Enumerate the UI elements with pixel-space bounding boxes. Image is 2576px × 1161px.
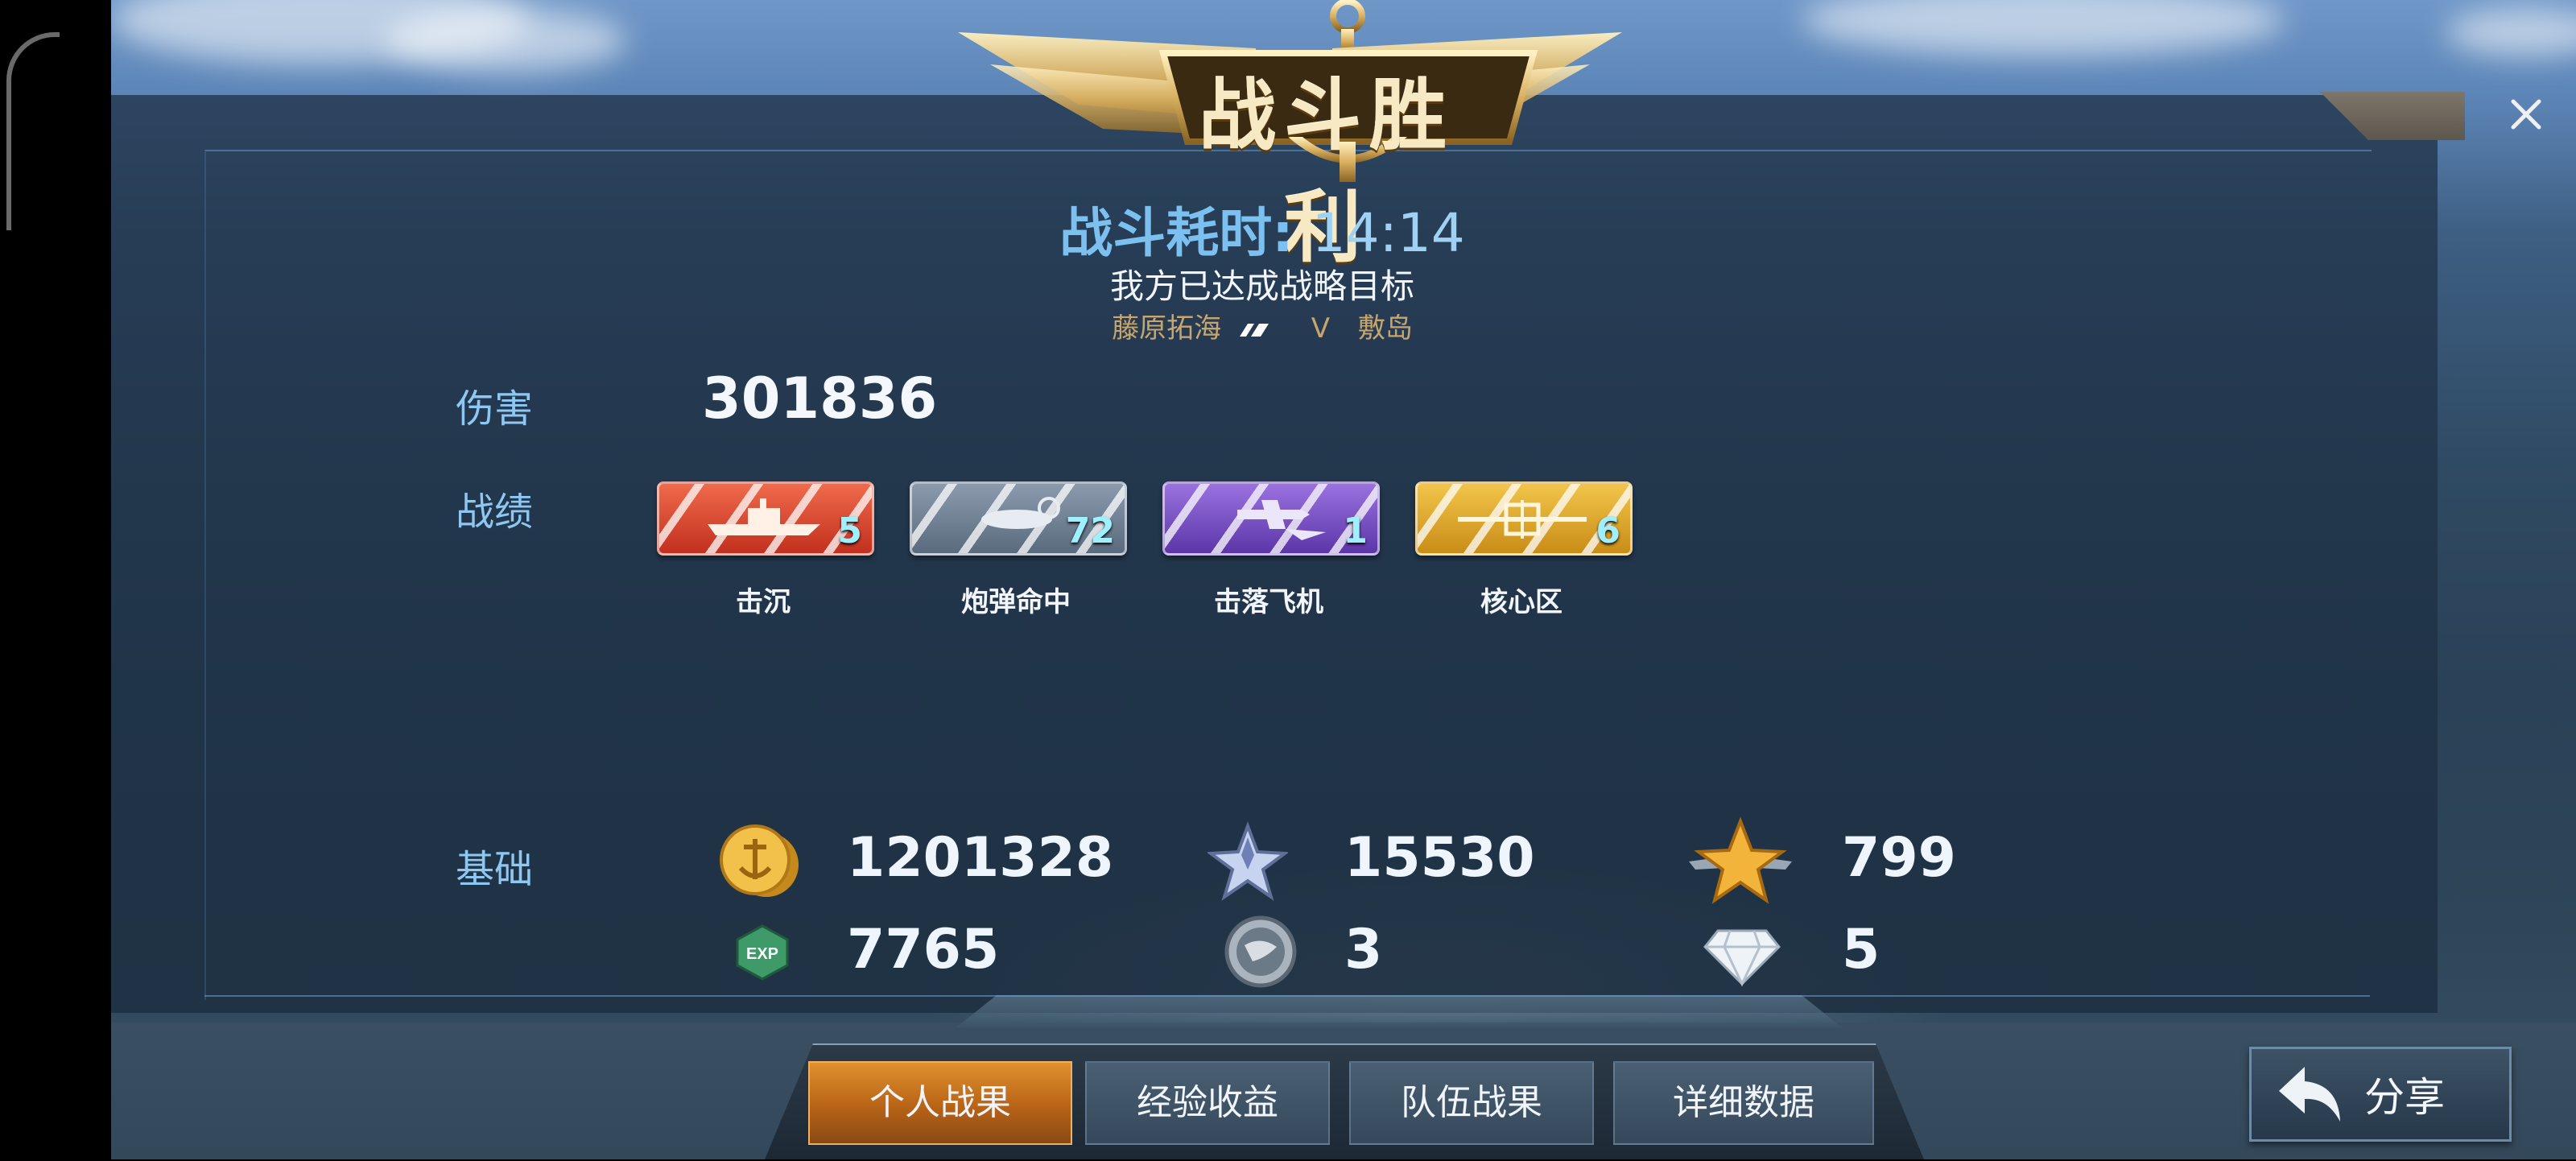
share-label: 分享: [2364, 1074, 2445, 1121]
panel-divider: [204, 995, 2370, 997]
medal-citadel-label: 核心区: [1480, 586, 1563, 618]
medal-citadel[interactable]: 6: [1415, 481, 1633, 556]
stat-globe-medal: 3: [1344, 918, 1383, 981]
record-label: 战绩: [456, 490, 534, 535]
medal-shell-hits[interactable]: 72: [910, 481, 1127, 556]
medal-shell-hits-count: 72: [1065, 510, 1115, 552]
gold-coin-icon: [720, 824, 799, 897]
tab-personal-results[interactable]: 个人战果: [808, 1061, 1072, 1145]
stat-gold-star: 799: [1842, 826, 1956, 890]
panel-bottom-tab: [956, 995, 1842, 1027]
tab-detailed-data[interactable]: 详细数据: [1613, 1061, 1874, 1145]
gold-star-wings-icon: [1689, 816, 1792, 904]
medal-sunk-count: 5: [837, 510, 862, 552]
versus-icon: [1239, 323, 1269, 337]
stat-gold: 1201328: [847, 826, 1114, 890]
medal-sunk[interactable]: 5: [657, 481, 874, 556]
matchup-row: 藤原拓海 V 敷岛: [1021, 306, 1504, 345]
versus-label: V: [1311, 312, 1331, 345]
stat-exp: 7765: [847, 918, 1000, 981]
silver-star-icon: [1208, 821, 1288, 901]
objective-text: 我方已达成战略目标: [1109, 266, 1414, 306]
exp-badge-text: EXP: [746, 945, 778, 963]
player-right-name: 敷岛: [1357, 312, 1413, 345]
tab-team-results[interactable]: 队伍战果: [1349, 1061, 1594, 1145]
tab-exp-earnings[interactable]: 经验收益: [1085, 1061, 1330, 1145]
medal-planes-downed[interactable]: 1: [1162, 481, 1380, 556]
exp-icon: EXP: [736, 924, 789, 981]
stat-diamond: 5: [1842, 918, 1880, 981]
medal-citadel-count: 6: [1596, 510, 1620, 552]
damage-label: 伤害: [456, 386, 534, 432]
close-icon[interactable]: [2502, 90, 2550, 138]
battle-time-value: 14:14: [1311, 202, 1465, 264]
damage-value: 301836: [702, 366, 938, 432]
base-label: 基础: [456, 847, 534, 892]
share-button[interactable]: 分享: [2249, 1047, 2512, 1142]
globe-medal-icon: [1224, 915, 1297, 988]
player-left-name: 藤原拓海: [1112, 312, 1222, 345]
medal-planes-downed-count: 1: [1343, 510, 1368, 552]
battle-time-label: 战斗耗时:: [1059, 202, 1294, 264]
medal-shell-hits-label: 炮弹命中: [961, 586, 1071, 618]
stat-silver-star: 15530: [1344, 826, 1535, 890]
screen-notch: [0, 0, 111, 1159]
medal-sunk-label: 击沉: [736, 586, 791, 618]
share-arrow-icon: [2279, 1067, 2340, 1122]
medal-planes-downed-label: 击落飞机: [1214, 586, 1323, 618]
diamond-icon: [1703, 929, 1781, 987]
